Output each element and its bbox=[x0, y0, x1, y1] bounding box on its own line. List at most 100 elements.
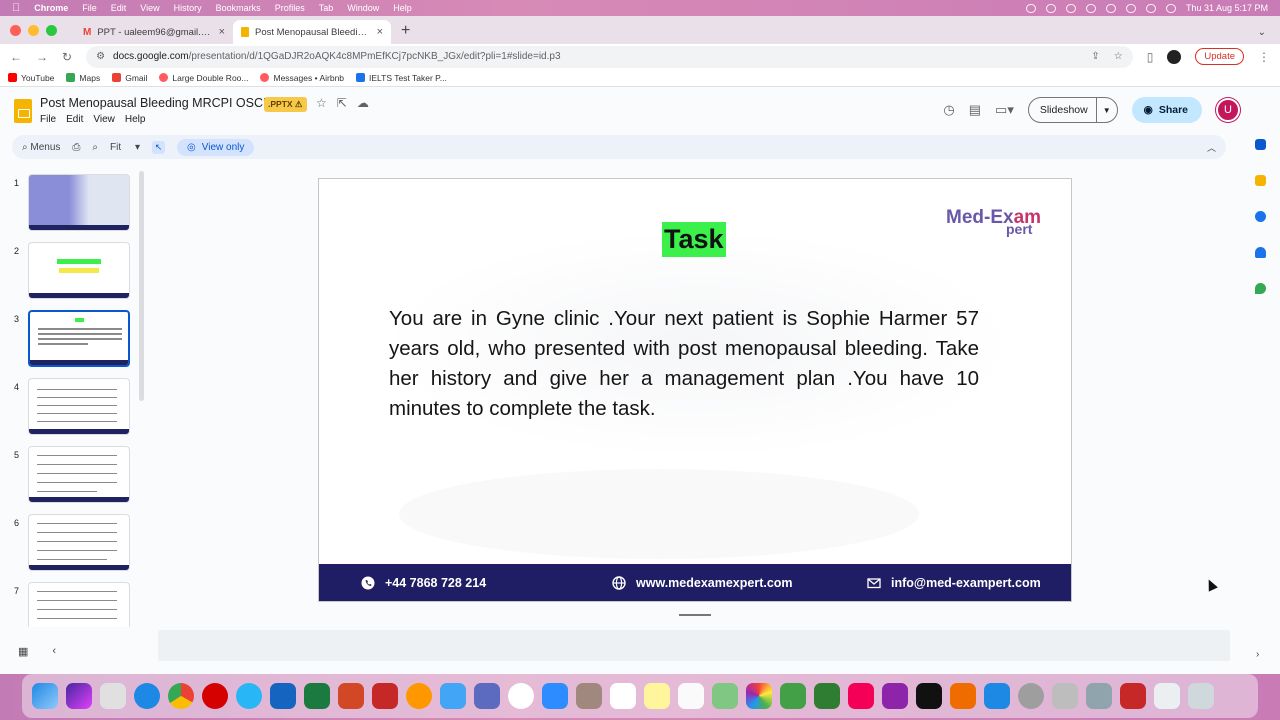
photos-icon[interactable] bbox=[746, 683, 772, 709]
safari-icon[interactable] bbox=[134, 683, 160, 709]
slide-thumbnail[interactable]: 6 bbox=[0, 514, 136, 574]
wifi-icon[interactable] bbox=[1125, 3, 1136, 13]
doc-menu-edit[interactable]: Edit bbox=[66, 114, 83, 125]
bluetooth-icon[interactable] bbox=[1105, 3, 1116, 13]
profile-avatar[interactable] bbox=[1167, 49, 1182, 64]
apple-menu-icon[interactable]:  bbox=[12, 2, 20, 14]
launchpad-icon[interactable] bbox=[100, 683, 126, 709]
calendar-icon[interactable] bbox=[610, 683, 636, 709]
slide-thumbnail[interactable]: 1 bbox=[0, 174, 136, 234]
meet-video-icon[interactable]: ▭▾ bbox=[995, 102, 1014, 118]
preview-icon[interactable] bbox=[1052, 683, 1078, 709]
new-tab-button[interactable]: + bbox=[401, 22, 410, 40]
chrome-icon[interactable] bbox=[168, 683, 194, 709]
select-cursor-icon[interactable]: ↖ bbox=[152, 140, 166, 154]
forward-icon[interactable]: → bbox=[36, 50, 48, 64]
slide-thumbnail[interactable]: 4 bbox=[0, 378, 136, 438]
bookmark-star-icon[interactable]: ☆ bbox=[1114, 51, 1123, 62]
books-icon[interactable] bbox=[950, 683, 976, 709]
collapse-filmstrip-chevron-icon[interactable]: ‹ bbox=[52, 645, 56, 657]
menubar-item-file[interactable]: File bbox=[82, 3, 97, 13]
menubar-item-window[interactable]: Window bbox=[347, 3, 379, 13]
slide-thumbnail[interactable]: 5 bbox=[0, 446, 136, 506]
acrobat-icon[interactable] bbox=[372, 683, 398, 709]
messages-icon[interactable] bbox=[780, 683, 806, 709]
chrome-status-icon[interactable] bbox=[1025, 3, 1036, 13]
keep-icon[interactable] bbox=[1254, 175, 1266, 186]
menubar-app-name[interactable]: Chrome bbox=[34, 3, 68, 13]
zoom-icon[interactable]: ⌕ bbox=[92, 142, 98, 153]
control-center-icon[interactable] bbox=[1165, 3, 1176, 13]
mail-icon[interactable] bbox=[440, 683, 466, 709]
menubar-datetime[interactable]: Thu 31 Aug 5:17 PM bbox=[1186, 3, 1268, 13]
zoom-icon[interactable] bbox=[542, 683, 568, 709]
facetime-icon[interactable] bbox=[814, 683, 840, 709]
podcasts-icon[interactable] bbox=[882, 683, 908, 709]
site-info-icon[interactable]: ⚙ bbox=[96, 51, 105, 62]
back-icon[interactable]: ← bbox=[10, 50, 22, 64]
teams-icon[interactable] bbox=[474, 683, 500, 709]
bookmark-maps[interactable]: Maps bbox=[66, 73, 100, 83]
doc-menu-help[interactable]: Help bbox=[125, 114, 146, 125]
notes-resize-handle[interactable] bbox=[679, 614, 711, 616]
share-page-icon[interactable]: ⇪ bbox=[1091, 51, 1099, 62]
browser-tab-gmail[interactable]: M PPT - ualeem96@gmail.com - × bbox=[75, 20, 233, 44]
expand-side-panel-chevron-icon[interactable]: › bbox=[1256, 649, 1259, 660]
slideshow-label[interactable]: Slideshow bbox=[1029, 98, 1097, 122]
menubar-item-tab[interactable]: Tab bbox=[319, 3, 334, 13]
maps-icon[interactable] bbox=[712, 683, 738, 709]
clock-status-icon[interactable] bbox=[1065, 3, 1076, 13]
cloud-status-icon[interactable]: ☁ bbox=[357, 96, 369, 110]
doc-menu-file[interactable]: File bbox=[40, 114, 56, 125]
grid-view-icon[interactable]: ▦ bbox=[18, 645, 28, 658]
pptx-badge[interactable]: .PPTX ⚠ bbox=[264, 97, 307, 112]
browser-tab-slides[interactable]: Post Menopausal Bleeding MR × bbox=[233, 20, 391, 44]
menubar-item-help[interactable]: Help bbox=[393, 3, 412, 13]
share-button[interactable]: ◉ Share bbox=[1131, 97, 1202, 123]
minimize-window-button[interactable] bbox=[28, 24, 39, 36]
document-title[interactable]: Post Menopausal Bleeding MRCPI OSCE bbox=[40, 96, 271, 110]
contacts-icon[interactable] bbox=[1254, 247, 1266, 258]
photos-app-icon[interactable] bbox=[406, 683, 432, 709]
slides-logo-icon[interactable] bbox=[14, 99, 32, 123]
user-avatar[interactable]: U bbox=[1216, 98, 1240, 122]
bookmark-youtube[interactable]: YouTube bbox=[8, 73, 54, 83]
collapse-menus-chevron-icon[interactable]: ︿ bbox=[1207, 141, 1216, 154]
chrome-menu-icon[interactable]: ⋮ bbox=[1258, 50, 1270, 64]
system-settings-icon[interactable] bbox=[1018, 683, 1044, 709]
search-menus[interactable]: ⌕ Menus bbox=[22, 142, 60, 153]
version-history-icon[interactable]: ◷ bbox=[943, 102, 954, 118]
menubar-item-view[interactable]: View bbox=[140, 3, 159, 13]
tab-search-chevron-icon[interactable]: ⌄ bbox=[1258, 27, 1266, 38]
tasks-icon[interactable] bbox=[1254, 211, 1266, 222]
zoom-select[interactable]: Fit ▾ bbox=[110, 142, 140, 153]
speaker-notes-area[interactable] bbox=[158, 630, 1230, 661]
doc-menu-view[interactable]: View bbox=[93, 114, 115, 125]
address-bar[interactable]: ⚙ docs.google.com/presentation/d/1QGaDJR… bbox=[86, 45, 1133, 68]
excel-icon[interactable] bbox=[304, 683, 330, 709]
view-only-chip[interactable]: ◎ View only bbox=[177, 138, 255, 156]
reminders-icon[interactable] bbox=[678, 683, 704, 709]
comments-icon[interactable]: ▤ bbox=[969, 102, 981, 118]
slide-thumbnail[interactable]: 2 bbox=[0, 242, 136, 302]
app-store-icon[interactable] bbox=[984, 683, 1010, 709]
filmstrip-scrollbar[interactable] bbox=[139, 171, 144, 401]
siri-icon[interactable] bbox=[66, 683, 92, 709]
acrobat-icon[interactable] bbox=[1120, 683, 1146, 709]
close-window-button[interactable] bbox=[10, 24, 21, 36]
bookmark-gmail[interactable]: Gmail bbox=[112, 73, 147, 83]
powerpoint-icon[interactable] bbox=[338, 683, 364, 709]
print-icon[interactable]: ⎙ bbox=[72, 142, 80, 153]
slide-thumbnail-selected[interactable]: 3 bbox=[0, 310, 136, 370]
reload-icon[interactable]: ↻ bbox=[62, 50, 72, 64]
apple-tv-icon[interactable] bbox=[916, 683, 942, 709]
notes-icon[interactable] bbox=[644, 683, 670, 709]
finder-icon[interactable] bbox=[32, 683, 58, 709]
app-status-icon[interactable] bbox=[1045, 3, 1056, 13]
telegram-icon[interactable] bbox=[236, 683, 262, 709]
word-icon[interactable] bbox=[270, 683, 296, 709]
move-folder-icon[interactable]: ⇱ bbox=[337, 96, 347, 110]
slideshow-button[interactable]: Slideshow ▼ bbox=[1027, 97, 1118, 123]
google-icon[interactable] bbox=[508, 683, 534, 709]
opera-icon[interactable] bbox=[202, 683, 228, 709]
